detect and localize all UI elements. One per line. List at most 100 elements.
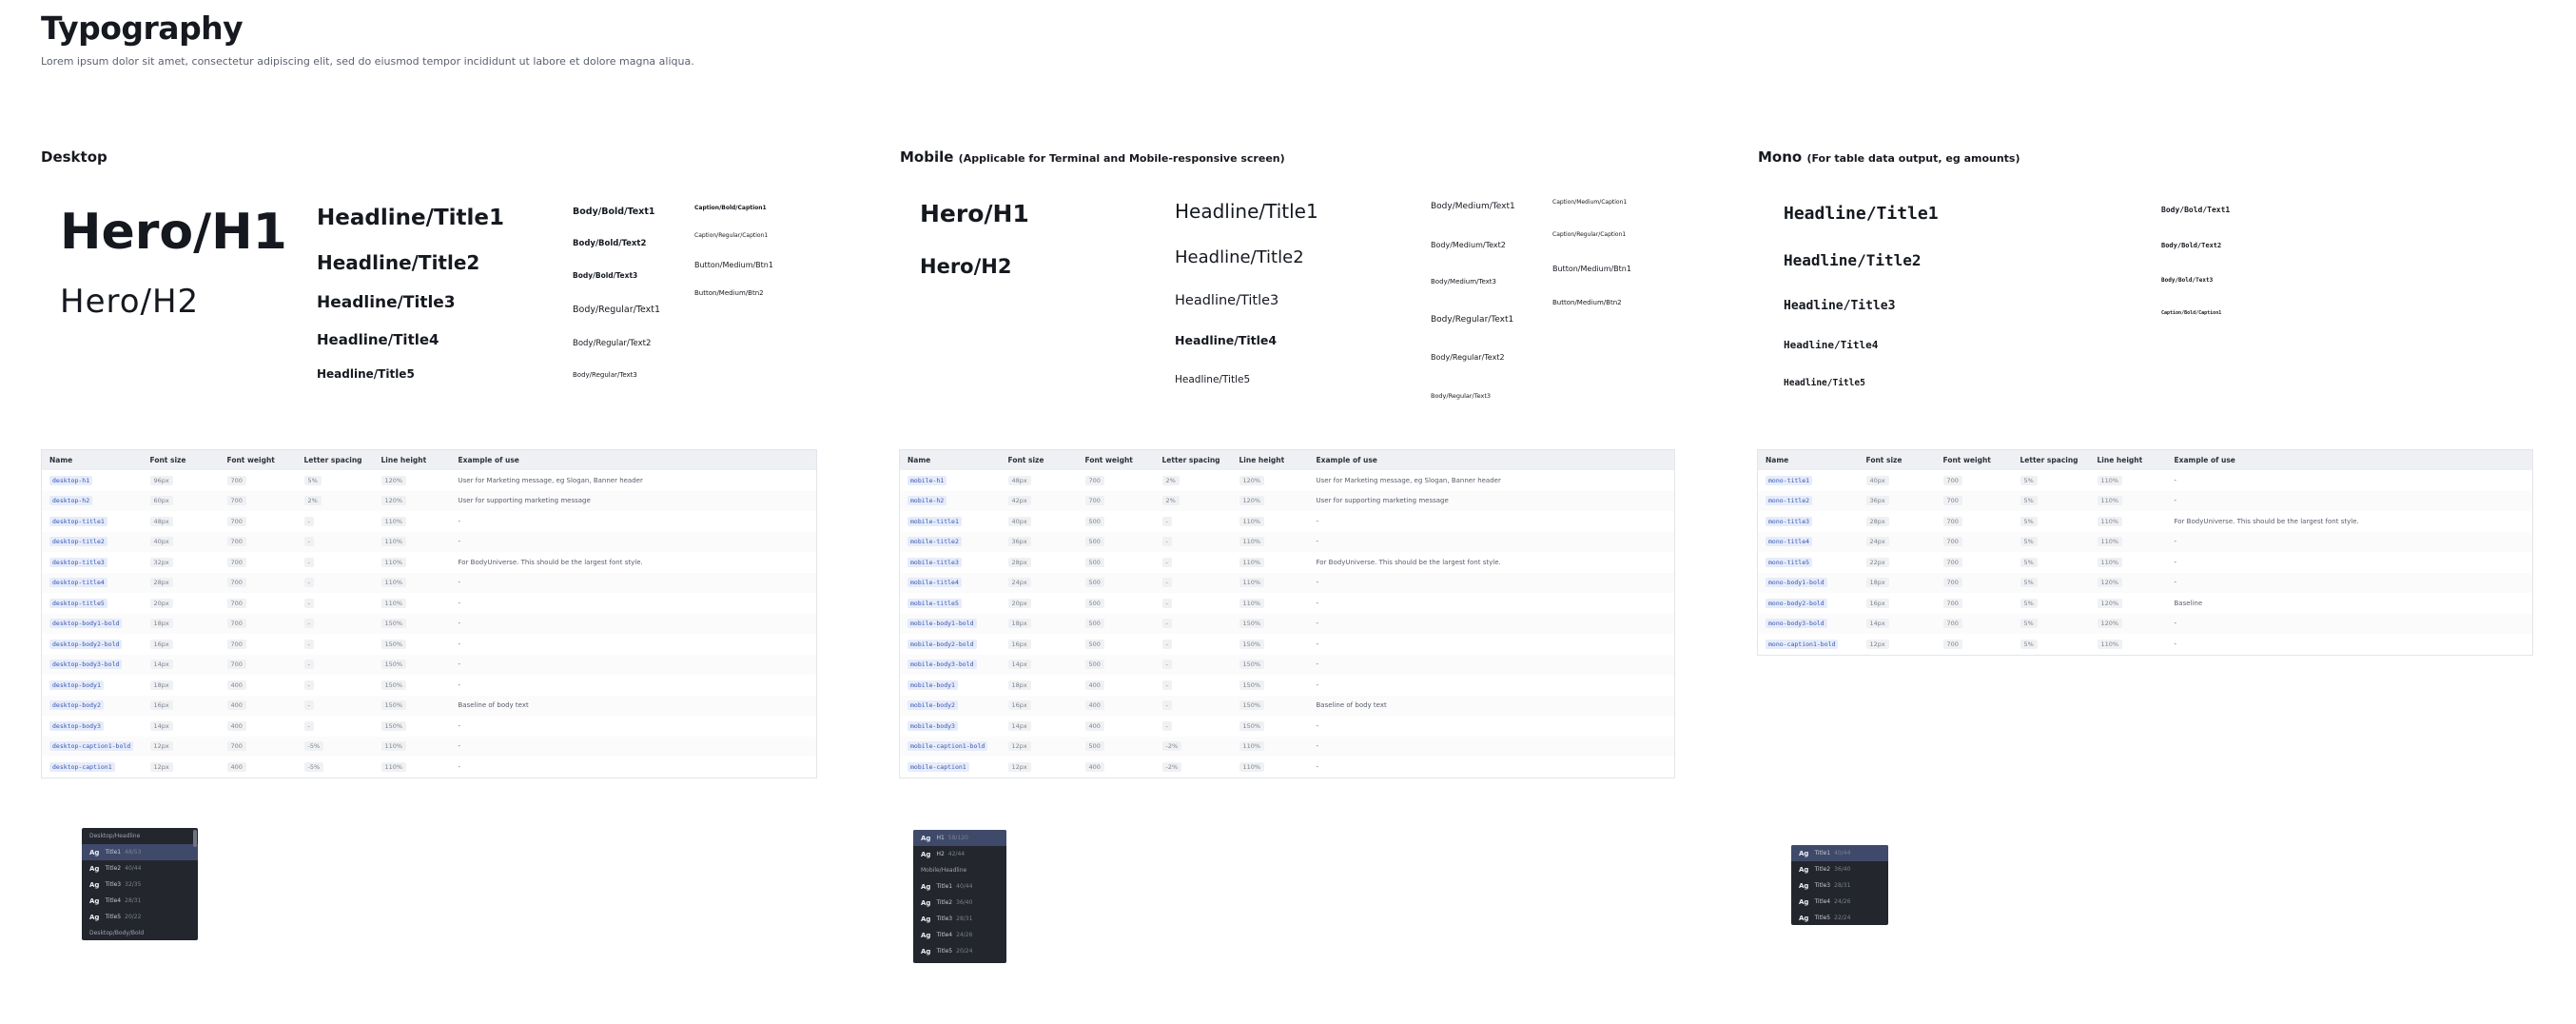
line-height-value: 110% xyxy=(1239,578,1265,588)
col-font-size: Font size xyxy=(149,456,186,464)
table-row: desktop-title1 48px 700 - 110% - xyxy=(42,511,817,532)
token-name: desktop-body1 xyxy=(49,679,104,690)
ag-preview-icon: Ag xyxy=(1799,897,1809,906)
specimen-button1: Button/Medium/Btn1 xyxy=(694,261,773,269)
text-style-option[interactable]: Ag H2 42/44 xyxy=(913,846,1006,862)
specimen-body-medium1: Body/Medium/Text1 xyxy=(1431,202,1515,211)
table-cell: User for supporting marketing message xyxy=(1309,491,1675,512)
letter-spacing-value: - xyxy=(1161,660,1172,670)
text-style-option[interactable]: Ag Title3 28/31 xyxy=(913,911,1006,927)
example-of-use: - xyxy=(1316,538,1319,546)
letter-spacing-value: 5% xyxy=(2020,639,2038,649)
line-height-value: 110% xyxy=(2097,475,2123,485)
table-cell: 14px xyxy=(1001,716,1078,737)
text-style-label: Title5 xyxy=(1814,915,1831,921)
text-style-label: Title4 xyxy=(105,897,122,904)
letter-spacing-value: - xyxy=(303,700,314,711)
specimen-title4: Headline/Title4 xyxy=(1175,333,1278,347)
line-height-value: 110% xyxy=(2097,639,2123,649)
text-style-metrics: 28/31 xyxy=(956,916,973,922)
letter-spacing-value: -5% xyxy=(303,761,324,772)
table-cell: desktop-title1 xyxy=(42,511,143,532)
table-cell: - xyxy=(451,511,817,532)
specimen-body-regular1: Body/Regular/Text1 xyxy=(573,305,661,315)
ag-preview-icon: Ag xyxy=(921,898,931,907)
ag-preview-icon: Ag xyxy=(921,834,931,842)
col-example: Example of use xyxy=(2174,456,2235,464)
line-height-value: 150% xyxy=(381,619,407,629)
text-style-option[interactable]: Ag Title4 28/31 xyxy=(82,893,198,909)
table-cell: 12px xyxy=(1859,634,1936,655)
table-cell: - xyxy=(1309,634,1675,655)
table-cell: 400 xyxy=(1078,716,1155,737)
text-style-option[interactable]: Ag Title2 40/44 xyxy=(82,860,198,876)
text-style-label: Title5 xyxy=(105,914,122,920)
font-weight-value: 400 xyxy=(226,679,246,690)
example-of-use: - xyxy=(1316,620,1319,628)
token-name: mono-body3-bold xyxy=(1766,619,1827,629)
text-style-option[interactable]: Ag Title5 20/22 xyxy=(82,909,198,925)
specimen-body-regular3: Body/Regular/Text3 xyxy=(573,371,637,379)
table-cell: -5% xyxy=(297,757,374,778)
table-cell: - xyxy=(2167,614,2533,635)
panel-group-header: Desktop/Headline xyxy=(89,833,141,839)
text-style-metrics: 32/35 xyxy=(125,881,142,888)
ag-preview-icon: Ag xyxy=(921,947,931,955)
table-cell: - xyxy=(451,757,817,778)
font-weight-value: 700 xyxy=(1942,516,1962,526)
specimen-mono-title5: Headline/Title5 xyxy=(1784,378,1865,388)
text-style-option[interactable]: Ag Title2 36/40 xyxy=(913,895,1006,911)
text-style-option[interactable]: Ag Title3 28/31 xyxy=(1791,877,1888,894)
text-style-option[interactable]: Ag Title4 24/26 xyxy=(913,927,1006,943)
letter-spacing-value: - xyxy=(1161,578,1172,588)
line-height-value: 150% xyxy=(381,720,407,731)
font-size-value: 32px xyxy=(149,557,173,567)
text-style-option[interactable]: Ag Title1 48/53 xyxy=(82,844,198,860)
example-of-use: Baseline xyxy=(2174,599,2203,607)
table-cell: mobile-title5 xyxy=(900,593,1001,614)
text-style-option[interactable]: Ag Title1 40/44 xyxy=(1791,845,1888,861)
font-size-value: 36px xyxy=(1007,537,1031,547)
font-size-value: 18px xyxy=(149,679,173,690)
letter-spacing-value: 2% xyxy=(1161,496,1180,506)
text-style-option[interactable]: Ag Title3 32/35 xyxy=(82,876,198,893)
font-size-value: 42px xyxy=(1007,496,1031,506)
panel-scrollbar[interactable] xyxy=(193,830,197,847)
font-size-value: 16px xyxy=(149,639,173,649)
table-row: mono-title1 40px 700 5% 110% - xyxy=(1758,470,2533,491)
text-style-label: Title2 xyxy=(1814,866,1831,873)
table-cell: desktop-h2 xyxy=(42,491,143,512)
text-style-option[interactable]: Ag Title5 22/24 xyxy=(1791,910,1888,925)
table-cell: 500 xyxy=(1078,634,1155,655)
table-cell: 120% xyxy=(374,470,451,491)
letter-spacing-value: - xyxy=(1161,700,1172,711)
text-style-option[interactable]: Ag Title2 36/40 xyxy=(1791,861,1888,877)
table-cell: desktop-body2 xyxy=(42,696,143,717)
table-cell: - xyxy=(297,696,374,717)
font-weight-value: 400 xyxy=(226,700,246,711)
table-cell: mobile-title3 xyxy=(900,552,1001,573)
text-style-option[interactable]: Ag Title4 24/26 xyxy=(1791,894,1888,910)
line-height-value: 110% xyxy=(381,557,407,567)
font-size-value: 24px xyxy=(1007,578,1031,588)
section-title-desktop: Desktop xyxy=(41,148,107,166)
text-style-metrics: 24/26 xyxy=(1834,898,1851,905)
line-height-value: 120% xyxy=(2097,578,2123,588)
text-style-option[interactable]: Ag H1 58/120 xyxy=(913,830,1006,846)
table-cell: User for supporting marketing message xyxy=(451,491,817,512)
text-style-metrics: 28/31 xyxy=(125,897,142,904)
text-style-metrics: 28/31 xyxy=(1834,882,1851,889)
text-style-option[interactable]: Ag Title1 40/44 xyxy=(913,878,1006,895)
line-height-value: 110% xyxy=(1239,537,1265,547)
table-cell: - xyxy=(1309,511,1675,532)
table-cell: 16px xyxy=(143,634,220,655)
token-name: mono-title3 xyxy=(1766,516,1813,526)
table-cell: -2% xyxy=(1155,737,1232,758)
table-cell: 400 xyxy=(1078,675,1155,696)
example-of-use: - xyxy=(458,762,461,771)
text-style-label: Title5 xyxy=(936,948,953,955)
text-style-option[interactable]: Ag Title5 20/24 xyxy=(913,943,1006,959)
font-weight-value: 700 xyxy=(226,619,246,629)
table-cell: mobile-caption1-bold xyxy=(900,737,1001,758)
example-of-use: - xyxy=(458,538,461,546)
